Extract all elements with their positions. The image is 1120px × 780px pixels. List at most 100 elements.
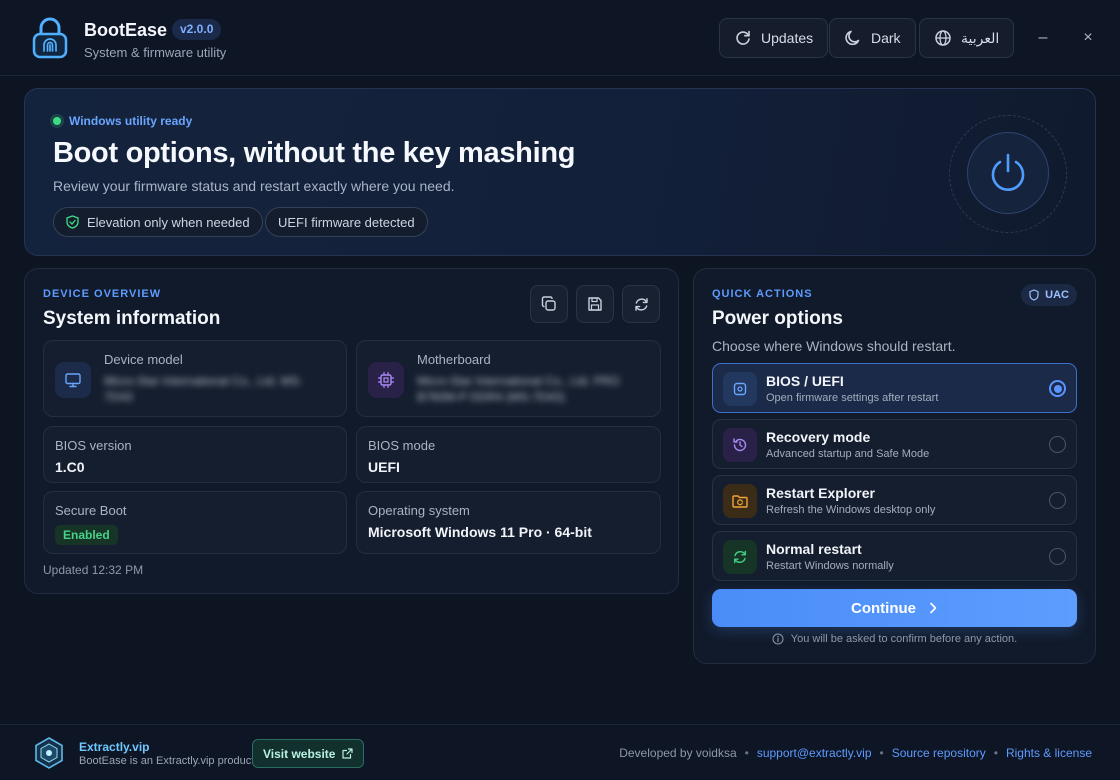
bios-version-card: BIOS version 1.C0 xyxy=(43,426,347,483)
refresh-button[interactable] xyxy=(622,285,660,323)
chip-icon xyxy=(368,362,404,398)
app-subtitle: System & firmware utility xyxy=(84,45,227,60)
firmware-chip-icon xyxy=(723,372,757,406)
developed-by-text: Developed by voidksa xyxy=(619,746,737,760)
hero-subtitle: Review your firmware status and restart … xyxy=(53,178,455,194)
device-model-value: Micro-Star International Co., Ltd. MS-7D… xyxy=(104,374,303,404)
status-text: Windows utility ready xyxy=(69,114,193,128)
theme-toggle-button[interactable]: Dark xyxy=(829,18,916,58)
continue-label: Continue xyxy=(851,599,916,617)
footer-brand-subtitle: BootEase is an Extractly.vip product xyxy=(79,755,255,767)
visit-website-label: Visit website xyxy=(263,746,336,761)
option-bios-uefi[interactable]: BIOS / UEFI Open firmware settings after… xyxy=(712,363,1077,413)
theme-label: Dark xyxy=(871,30,901,46)
motherboard-label: Motherboard xyxy=(417,352,491,367)
device-eyebrow: DEVICE OVERVIEW xyxy=(43,288,162,300)
elevation-chip: Elevation only when needed xyxy=(53,207,263,237)
bios-version-label: BIOS version xyxy=(55,438,132,453)
info-icon xyxy=(772,633,784,645)
close-button[interactable]: × xyxy=(1076,26,1100,50)
hero-title: Boot options, without the key mashing xyxy=(53,137,576,169)
option-radio[interactable] xyxy=(1049,436,1066,453)
confirm-note: You will be asked to confirm before any … xyxy=(694,633,1095,645)
continue-button[interactable]: Continue xyxy=(712,589,1077,627)
bios-version-value: 1.C0 xyxy=(55,459,85,475)
app-name: BootEase xyxy=(84,20,168,40)
external-link-icon xyxy=(342,748,354,759)
bios-mode-label: BIOS mode xyxy=(368,438,436,453)
device-model-card: Device model Micro-Star International Co… xyxy=(43,340,347,417)
device-overview-panel: DEVICE OVERVIEW System information Devic… xyxy=(24,268,679,594)
operating-system-card: Operating system Microsoft Windows 11 Pr… xyxy=(356,491,661,554)
chevron-right-icon xyxy=(930,602,937,614)
source-repository-link[interactable]: Source repository xyxy=(892,746,986,760)
secure-boot-status-badge: Enabled xyxy=(55,525,118,545)
option-restart-explorer[interactable]: Restart Explorer Refresh the Windows des… xyxy=(712,475,1077,525)
secure-boot-label: Secure Boot xyxy=(55,503,127,518)
option-description: Refresh the Windows desktop only xyxy=(766,504,936,516)
extractly-logo-icon xyxy=(35,737,63,769)
globe-icon xyxy=(935,30,951,46)
elevation-chip-label: Elevation only when needed xyxy=(87,214,250,230)
shield-icon xyxy=(1029,289,1039,301)
actions-eyebrow: QUICK ACTIONS xyxy=(712,288,813,300)
option-description: Advanced startup and Safe Mode xyxy=(766,448,930,460)
language-label: العربية xyxy=(961,29,1000,46)
option-radio[interactable] xyxy=(1049,548,1066,565)
title-bar: BootEase v2.0.0 System & firmware utilit… xyxy=(0,0,1120,76)
option-title: Recovery mode xyxy=(766,429,871,445)
device-model-label: Device model xyxy=(104,352,183,367)
visit-website-button[interactable]: Visit website xyxy=(252,739,365,768)
actions-panel-title: Power options xyxy=(712,308,843,329)
bios-mode-card: BIOS mode UEFI xyxy=(356,426,661,483)
status-indicator: Windows utility ready xyxy=(53,114,192,128)
status-dot-icon xyxy=(53,117,61,125)
separator: • xyxy=(993,746,998,760)
uac-badge: UAC xyxy=(1021,284,1077,306)
folder-refresh-icon xyxy=(723,484,757,518)
option-title: BIOS / UEFI xyxy=(766,373,844,389)
actions-subtitle: Choose where Windows should restart. xyxy=(712,338,956,354)
save-icon xyxy=(588,297,602,311)
motherboard-card: Motherboard Micro-Star International Co.… xyxy=(356,340,661,417)
power-icon xyxy=(991,153,1025,191)
language-button[interactable]: العربية xyxy=(919,18,1015,58)
support-email-link[interactable]: support@extractly.vip xyxy=(757,746,872,760)
os-label: Operating system xyxy=(368,503,470,518)
confirm-note-text: You will be asked to confirm before any … xyxy=(790,633,1018,645)
option-radio[interactable] xyxy=(1049,492,1066,509)
updated-timestamp: Updated 12:32 PM xyxy=(43,563,144,577)
copy-button[interactable] xyxy=(530,285,568,323)
option-normal-restart[interactable]: Normal restart Restart Windows normally xyxy=(712,531,1077,581)
uefi-chip-label: UEFI firmware detected xyxy=(278,214,415,230)
rights-license-link[interactable]: Rights & license xyxy=(1006,746,1092,760)
option-description: Open firmware settings after restart xyxy=(766,392,939,404)
minimize-button[interactable]: – xyxy=(1031,26,1055,50)
restart-icon xyxy=(723,540,757,574)
footer-links: Developed by voidksa • support@extractly… xyxy=(619,746,1092,760)
lock-fingerprint-logo-icon xyxy=(32,17,68,59)
device-panel-title: System information xyxy=(43,308,221,329)
option-title: Restart Explorer xyxy=(766,485,875,501)
updates-label: Updates xyxy=(761,30,814,46)
shield-check-icon xyxy=(66,215,79,229)
option-radio[interactable] xyxy=(1049,380,1066,397)
power-button[interactable] xyxy=(967,132,1049,214)
refresh-icon xyxy=(634,297,648,311)
separator: • xyxy=(879,746,884,760)
uac-label: UAC xyxy=(1045,289,1069,301)
uefi-chip: UEFI firmware detected xyxy=(265,207,428,237)
version-badge: v2.0.0 xyxy=(172,19,222,40)
history-icon xyxy=(723,428,757,462)
moon-icon xyxy=(845,30,860,46)
footer-brand: Extractly.vip xyxy=(79,740,150,754)
updates-button[interactable]: Updates xyxy=(719,18,829,58)
secure-boot-card: Secure Boot Enabled xyxy=(43,491,347,554)
copy-icon xyxy=(541,296,556,311)
monitor-icon xyxy=(55,362,91,398)
save-button[interactable] xyxy=(576,285,614,323)
motherboard-value: Micro-Star International Co., Ltd. PRO B… xyxy=(417,374,620,404)
footer: Extractly.vip BootEase is an Extractly.v… xyxy=(0,724,1120,780)
option-recovery-mode[interactable]: Recovery mode Advanced startup and Safe … xyxy=(712,419,1077,469)
hero-banner: Windows utility ready Boot options, with… xyxy=(24,88,1096,256)
